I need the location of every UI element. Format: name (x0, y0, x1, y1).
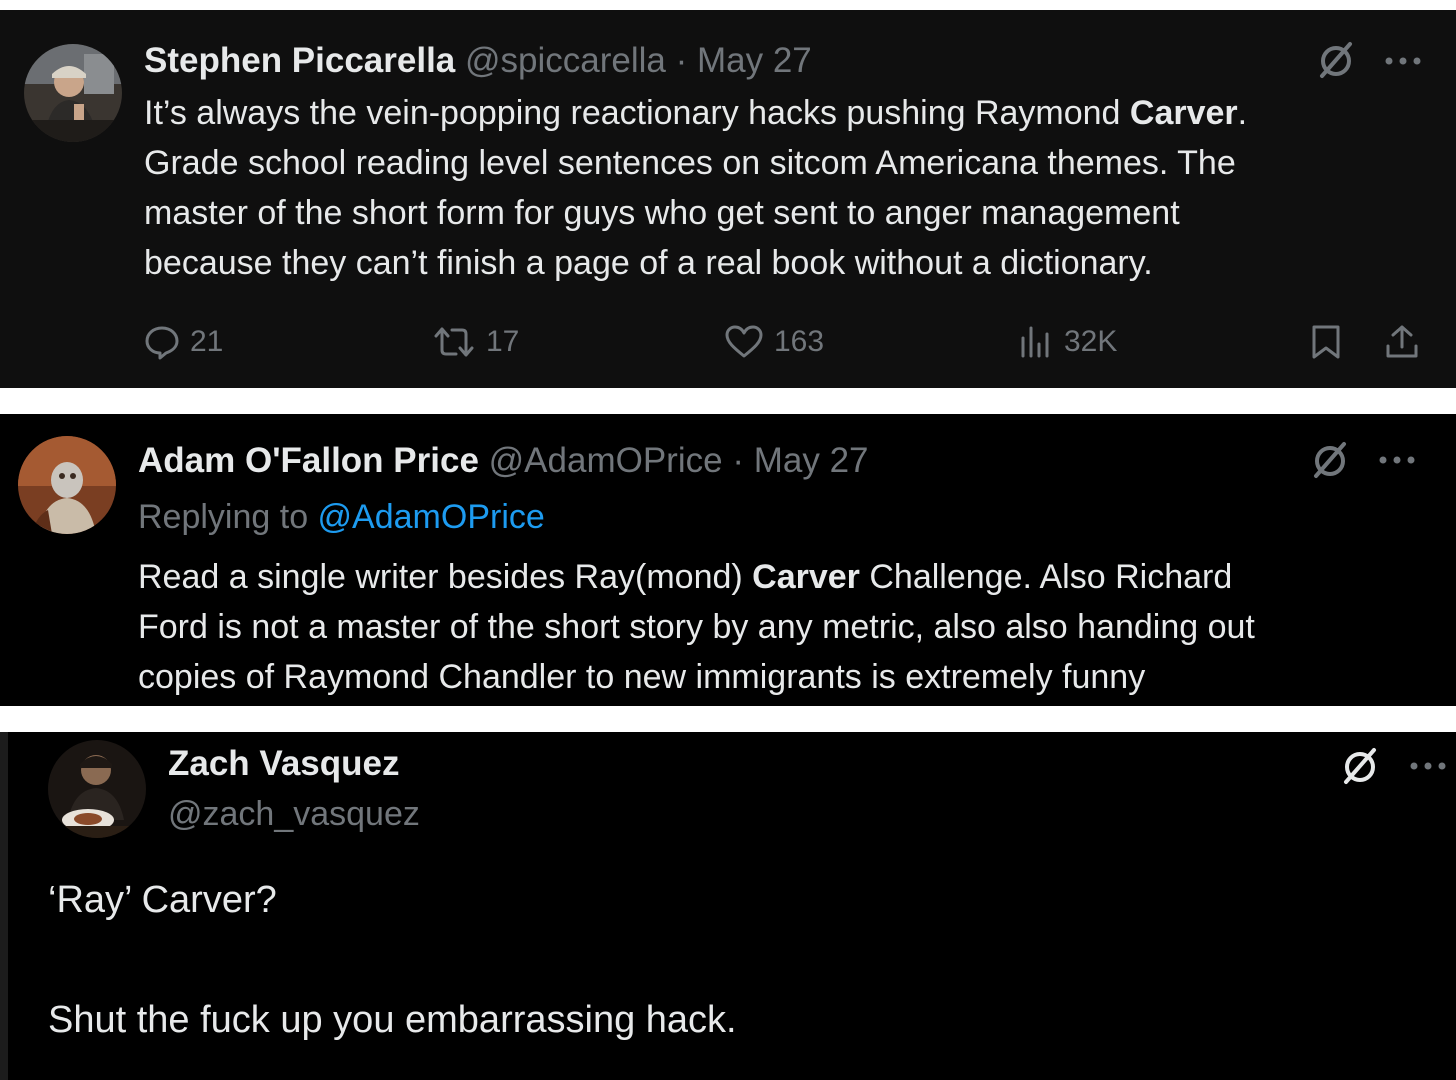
handle[interactable]: @zach_vasquez (168, 794, 420, 834)
timestamp[interactable]: May 27 (697, 41, 812, 80)
tweet-header: Adam O'Fallon Price @AdamOPrice · May 27 (138, 441, 869, 481)
tweet-adam-ofallon-price: Adam O'Fallon Price @AdamOPrice · May 27… (0, 414, 1456, 706)
text-segment: It’s always the vein-popping reactionary… (144, 94, 1130, 132)
repost-icon (434, 327, 474, 357)
tweet-line: Ford is not a master of the short story … (138, 602, 1255, 652)
text-segment: Grade school reading level sentences on … (144, 144, 1236, 182)
reply-button[interactable]: 21 (144, 324, 223, 360)
avatar[interactable] (24, 44, 122, 142)
replying-to: Replying to @AdamOPrice (138, 497, 545, 537)
bookmark-icon (1312, 325, 1340, 359)
separator: · (675, 41, 688, 80)
more-icon[interactable] (1383, 55, 1423, 67)
avatar[interactable] (48, 740, 146, 838)
display-name[interactable]: Stephen Piccarella (144, 41, 455, 80)
repost-count: 17 (486, 325, 520, 358)
like-button[interactable]: 163 (724, 324, 824, 360)
text-segment: master of the short form for guys who ge… (144, 194, 1180, 232)
tweet-text-line-1: ‘Ray’ Carver? (48, 879, 277, 921)
repost-button[interactable]: 17 (432, 324, 519, 360)
bookmark-button[interactable] (1308, 324, 1344, 360)
grok-icon[interactable] (1316, 40, 1356, 80)
tweet-line: Read a single writer besides Ray(mond) C… (138, 552, 1255, 602)
grok-icon[interactable] (1340, 746, 1380, 786)
views-button[interactable]: 32K (1018, 324, 1117, 360)
like-count: 163 (774, 325, 825, 358)
avatar[interactable] (18, 436, 116, 534)
more-icon[interactable] (1377, 454, 1417, 466)
reply-count: 21 (190, 325, 224, 358)
tweet-text-line-2: Shut the fuck up you embarrassing hack. (48, 999, 737, 1041)
heart-icon (725, 325, 763, 358)
avatar-photo (48, 740, 146, 838)
more-icon[interactable] (1408, 760, 1448, 772)
tweet-line: copies of Raymond Chandler to new immigr… (138, 652, 1255, 702)
highlight-text: Carver (1129, 94, 1238, 132)
handle[interactable]: @spiccarella (465, 41, 666, 80)
tweet-zach-vasquez: Zach Vasquez @zach_vasquez ‘Ray’ Carver?… (0, 732, 1456, 1080)
separator: · (732, 441, 744, 480)
tweet-text: Read a single writer besides Ray(mond) C… (138, 552, 1255, 702)
tweet-header: Stephen Piccarella @spiccarella · May 27 (144, 41, 812, 81)
text-segment: copies of Raymond Chandler to new immigr… (138, 658, 1146, 696)
text-segment: Ford is not a master of the short story … (138, 608, 1255, 646)
avatar-photo (24, 44, 122, 142)
timestamp[interactable]: May 27 (754, 441, 869, 480)
views-icon (1021, 326, 1049, 358)
tweet-text: It’s always the vein-popping reactionary… (144, 88, 1247, 288)
text-segment: Read a single writer besides Ray(mond) (138, 558, 753, 596)
avatar-photo (18, 436, 116, 534)
tweet-stephen-piccarella: Stephen Piccarella @spiccarella · May 27… (0, 10, 1456, 388)
replying-label: Replying to (138, 498, 318, 536)
share-icon (1386, 325, 1418, 358)
highlight-text: Carver (752, 558, 860, 596)
grok-icon[interactable] (1310, 440, 1350, 480)
tweet-line: because they can’t finish a page of a re… (144, 238, 1247, 288)
text-segment: because they can’t finish a page of a re… (144, 244, 1153, 282)
display-name[interactable]: Adam O'Fallon Price (138, 441, 479, 480)
tweet-line: It’s always the vein-popping reactionary… (144, 88, 1247, 138)
handle[interactable]: @AdamOPrice (489, 441, 723, 480)
share-button[interactable] (1384, 324, 1420, 360)
tweet-line: master of the short form for guys who ge… (144, 188, 1247, 238)
view-count: 32K (1064, 325, 1118, 358)
text-segment: Challenge. Also Richard (859, 558, 1233, 596)
reply-icon (145, 326, 179, 360)
text-segment: . (1237, 94, 1248, 132)
display-name[interactable]: Zach Vasquez (168, 744, 399, 784)
mention-link[interactable]: @AdamOPrice (318, 498, 545, 536)
tweet-line: Grade school reading level sentences on … (144, 138, 1247, 188)
